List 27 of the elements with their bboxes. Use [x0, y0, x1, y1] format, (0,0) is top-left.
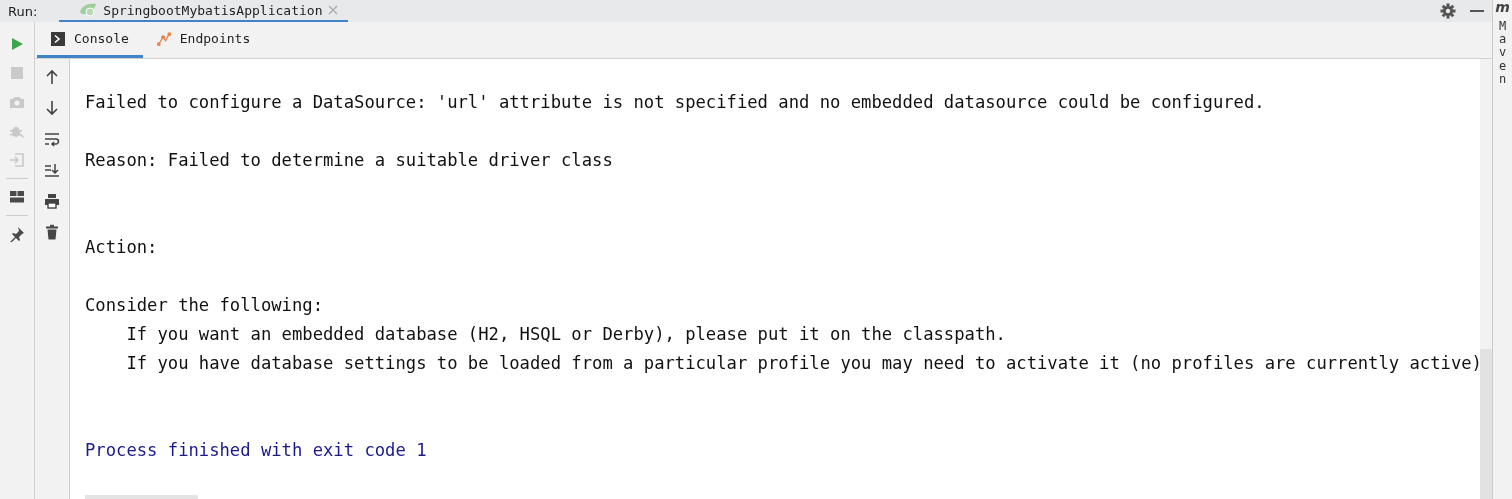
scroll-end-icon[interactable] [44, 162, 60, 178]
endpoints-icon [156, 31, 171, 46]
maven-tab[interactable]: Maven [1496, 20, 1509, 86]
console-line: If you have database settings to be loaded from a particular profile you may need to activate it (no profiles are currently active) [125, 352, 1480, 375]
console-line: Failed to configure a DataSource: 'url' attribute is not specified and no embedded datasource could be configured. [85, 91, 1266, 114]
trash-icon[interactable] [44, 224, 60, 240]
minimize-icon[interactable] [1470, 9, 1484, 13]
console-line: Consider the following: [85, 294, 324, 317]
wrap-icon[interactable] [44, 131, 60, 147]
down-arrow-icon[interactable] [44, 100, 60, 116]
console-line: Action: [85, 236, 159, 259]
print-icon[interactable] [44, 193, 60, 209]
settings-icon[interactable] [1440, 3, 1456, 19]
exit-message: Process finished with exit code 1 [85, 439, 428, 462]
letter-icon[interactable]: m [1495, 0, 1510, 14]
up-arrow-icon[interactable] [44, 69, 60, 85]
tool-tab[interactable]: Endpoints [142, 22, 265, 58]
layout-icon[interactable] [9, 189, 25, 205]
leaf-icon [79, 3, 98, 17]
scrollbar[interactable] [1480, 349, 1492, 499]
run-tab[interactable]: SpringbootMybatisApplication [59, 0, 349, 22]
pin-icon[interactable] [9, 226, 25, 242]
run-icon[interactable] [9, 36, 25, 52]
run-label: Run: [7, 3, 39, 19]
console-icon [51, 31, 65, 46]
console-line: Reason: Failed to determine a suitable driver class [85, 149, 614, 172]
console-line: If you want an embedded database (H2, HSQL or Derby), please put it on the classpath. [125, 323, 1007, 346]
